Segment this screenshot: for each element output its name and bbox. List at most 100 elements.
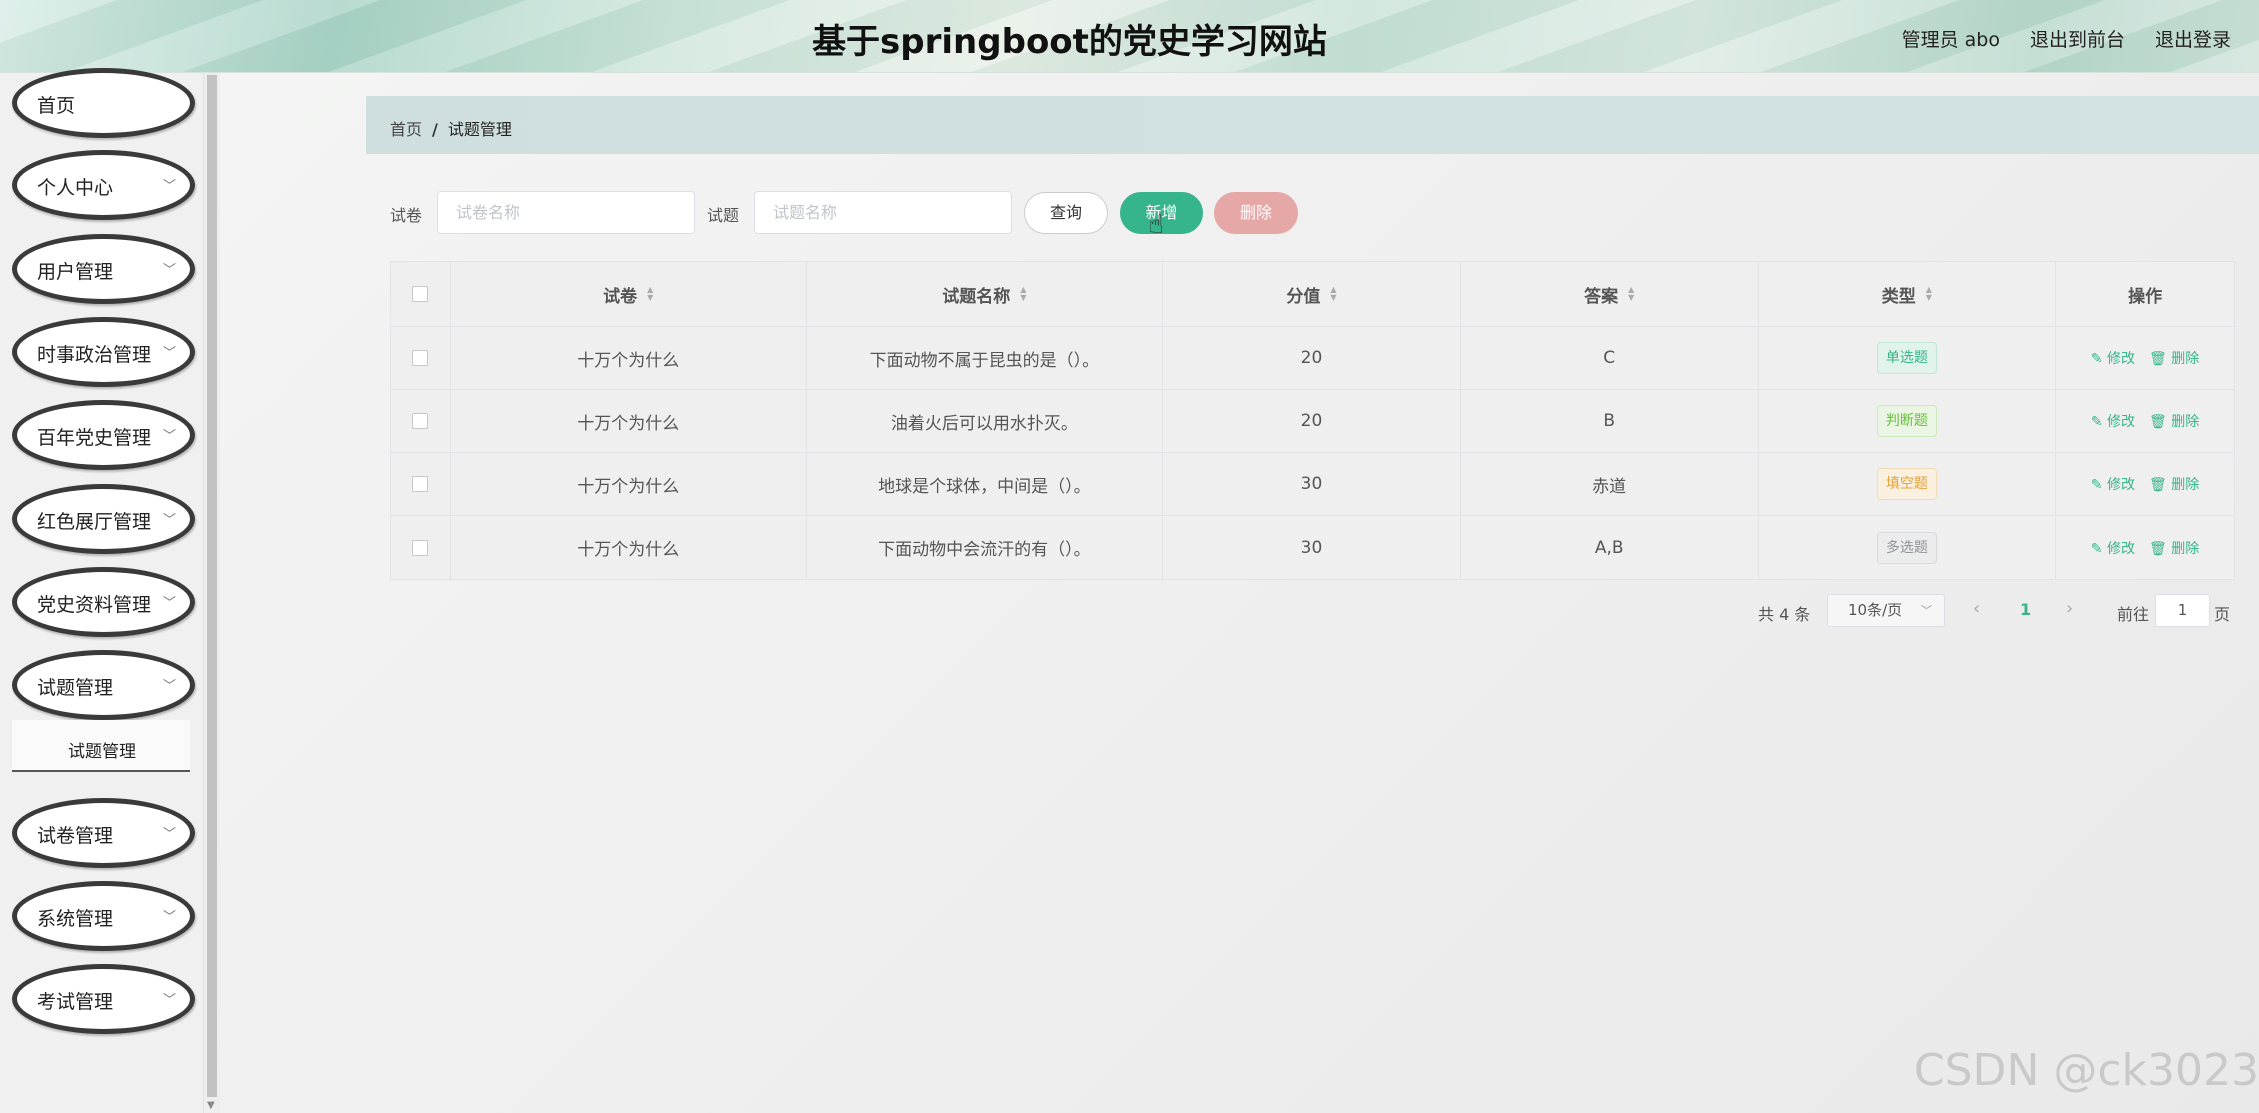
header-ops-label: 操作 bbox=[2128, 286, 2163, 307]
header-title[interactable]: 试题名称 ▲ ▼ bbox=[807, 262, 1164, 326]
sidebar-item-history-materials[interactable]: 党史资料管理 ﹀ bbox=[12, 567, 195, 637]
sort-icon[interactable]: ▲ ▼ bbox=[1330, 286, 1336, 302]
edit-button[interactable]: ✎ 修改 bbox=[2091, 538, 2135, 558]
sidebar-item-exams[interactable]: 考试管理 ﹀ bbox=[12, 964, 195, 1034]
delete-button[interactable]: 🗑 删除 bbox=[2149, 411, 2199, 431]
row-select-cell bbox=[391, 516, 451, 579]
cell-paper: 十万个为什么 bbox=[451, 516, 807, 579]
header-paper[interactable]: 试卷 ▲ ▼ bbox=[451, 262, 807, 326]
select-all-checkbox[interactable] bbox=[412, 286, 429, 302]
sidebar-item-label: 首页 bbox=[37, 95, 76, 117]
chevron-down-icon: ﹀ bbox=[162, 827, 176, 842]
goto-prefix: 前往 bbox=[2117, 605, 2150, 624]
chevron-down-icon: ﹀ bbox=[162, 263, 176, 278]
sort-icon[interactable]: ▲ ▼ bbox=[1020, 286, 1026, 302]
type-tag: 多选题 bbox=[1876, 531, 1937, 564]
sidebar-scrollbar[interactable]: ▼ bbox=[204, 73, 220, 1113]
sidebar-item-questions[interactable]: 试题管理 ﹀ bbox=[12, 650, 195, 720]
paper-search-input[interactable] bbox=[437, 191, 695, 234]
logout-link[interactable]: 退出登录 bbox=[2155, 25, 2231, 52]
sidebar-subitem-questions[interactable]: 试题管理 bbox=[12, 720, 190, 772]
header-type[interactable]: 类型 ▲ ▼ bbox=[1759, 262, 2057, 326]
cell-score: 30 bbox=[1163, 453, 1461, 515]
sort-icon[interactable]: ▲ ▼ bbox=[1926, 286, 1932, 302]
page-number-current[interactable]: 1 bbox=[2020, 600, 2031, 619]
chevron-down-icon: ﹀ bbox=[1921, 604, 1932, 617]
sidebar-item-label: 试题管理 bbox=[37, 677, 114, 699]
cell-paper: 十万个为什么 bbox=[451, 327, 807, 389]
sidebar-item-label: 个人中心 bbox=[37, 177, 114, 199]
sidebar-item-home[interactable]: 首页 bbox=[12, 68, 195, 138]
prev-page-icon[interactable]: ‹ bbox=[1973, 598, 1980, 619]
sidebar-item-current-affairs[interactable]: 时事政治管理 ﹀ bbox=[12, 317, 195, 387]
sidebar-item-label: 红色展厅管理 bbox=[37, 511, 152, 533]
question-search-input[interactable] bbox=[754, 191, 1012, 234]
paper-search-label: 试卷 bbox=[390, 206, 423, 225]
delete-label: 删除 bbox=[2171, 540, 2200, 557]
edit-button[interactable]: ✎ 修改 bbox=[2091, 411, 2135, 431]
sidebar-item-system[interactable]: 系统管理 ﹀ bbox=[12, 881, 195, 951]
scrollbar-thumb[interactable] bbox=[207, 75, 217, 1097]
cell-title: 油着火后可以用水扑灭。 bbox=[807, 390, 1164, 452]
sidebar-subitem-label: 试题管理 bbox=[68, 742, 136, 762]
cell-title: 下面动物中会流汗的有（）。 bbox=[807, 516, 1164, 579]
chevron-down-icon: ﹀ bbox=[162, 179, 176, 194]
cell-title: 地球是个球体，中间是（）。 bbox=[807, 453, 1164, 515]
row-checkbox[interactable] bbox=[412, 413, 429, 429]
delete-button[interactable]: 🗑 删除 bbox=[2149, 348, 2199, 368]
delete-label: 删除 bbox=[2171, 414, 2200, 430]
sidebar-item-label: 用户管理 bbox=[37, 261, 114, 283]
breadcrumb-home[interactable]: 首页 bbox=[390, 120, 422, 139]
table-row: 十万个为什么 下面动物不属于昆虫的是（）。 20 C 单选题 ✎ 修改 🗑 删除 bbox=[391, 327, 2234, 390]
hand-cursor-icon: ☝ bbox=[1148, 210, 1164, 240]
edit-label: 修改 bbox=[2107, 477, 2136, 493]
chevron-down-icon: ﹀ bbox=[162, 346, 176, 361]
edit-label: 修改 bbox=[2107, 540, 2136, 557]
chevron-down-icon: ﹀ bbox=[162, 513, 176, 528]
delete-button[interactable]: 🗑 删除 bbox=[2149, 474, 2199, 494]
goto-page-input[interactable]: 1 bbox=[2155, 594, 2210, 627]
header-title-label: 试题名称 bbox=[942, 286, 1011, 307]
chevron-down-icon: ﹀ bbox=[162, 429, 176, 444]
sidebar-item-red-hall[interactable]: 红色展厅管理 ﹀ bbox=[12, 484, 195, 554]
breadcrumb-current: 试题管理 bbox=[447, 120, 512, 139]
cell-title: 下面动物不属于昆虫的是（）。 bbox=[807, 327, 1164, 389]
row-checkbox[interactable] bbox=[412, 350, 429, 366]
row-select-cell bbox=[391, 327, 451, 389]
row-checkbox[interactable] bbox=[412, 539, 429, 556]
sidebar-item-users[interactable]: 用户管理 ﹀ bbox=[12, 234, 195, 304]
cell-answer: C bbox=[1461, 327, 1759, 389]
sidebar-item-papers[interactable]: 试卷管理 ﹀ bbox=[12, 798, 195, 868]
cell-score: 30 bbox=[1163, 516, 1461, 579]
sidebar-item-label: 系统管理 bbox=[37, 908, 114, 930]
chevron-down-icon: ﹀ bbox=[162, 679, 176, 694]
breadcrumb: 首页 / 试题管理 bbox=[366, 96, 2259, 154]
question-search-label: 试题 bbox=[707, 206, 740, 225]
sort-icon[interactable]: ▲ ▼ bbox=[647, 286, 653, 302]
edit-label: 修改 bbox=[2107, 351, 2136, 367]
header-paper-label: 试卷 bbox=[603, 286, 638, 307]
header-answer[interactable]: 答案 ▲ ▼ bbox=[1461, 262, 1759, 326]
row-select-cell bbox=[391, 390, 451, 452]
delete-button[interactable]: 🗑 删除 bbox=[2149, 538, 2199, 558]
scroll-down-arrow-icon[interactable]: ▼ bbox=[207, 1100, 215, 1111]
page-size-select[interactable]: 10条/页 ﹀ bbox=[1827, 594, 1945, 627]
sidebar-item-personal-center[interactable]: 个人中心 ﹀ bbox=[12, 150, 195, 220]
page-size-value: 10条/页 bbox=[1848, 601, 1903, 619]
sidebar-item-party-history[interactable]: 百年党史管理 ﹀ bbox=[12, 400, 195, 470]
next-page-icon[interactable]: › bbox=[2066, 598, 2073, 619]
header-score[interactable]: 分值 ▲ ▼ bbox=[1163, 262, 1461, 326]
batch-delete-button[interactable]: 删除 bbox=[1214, 192, 1298, 234]
edit-button[interactable]: ✎ 修改 bbox=[2091, 474, 2135, 494]
header-score-label: 分值 bbox=[1286, 286, 1321, 307]
sidebar-item-label: 试卷管理 bbox=[37, 825, 114, 847]
cell-answer: A,B bbox=[1461, 516, 1759, 579]
exit-to-front-link[interactable]: 退出到前台 bbox=[2030, 25, 2125, 52]
chevron-down-icon: ﹀ bbox=[162, 910, 176, 925]
edit-button[interactable]: ✎ 修改 bbox=[2091, 348, 2135, 368]
row-checkbox[interactable] bbox=[412, 476, 429, 492]
query-button[interactable]: 查询 bbox=[1024, 192, 1108, 234]
sort-icon[interactable]: ▲ ▼ bbox=[1628, 286, 1634, 302]
chevron-down-icon: ﹀ bbox=[162, 993, 176, 1008]
header-links: 管理员 abo 退出到前台 退出登录 bbox=[1902, 25, 2231, 52]
